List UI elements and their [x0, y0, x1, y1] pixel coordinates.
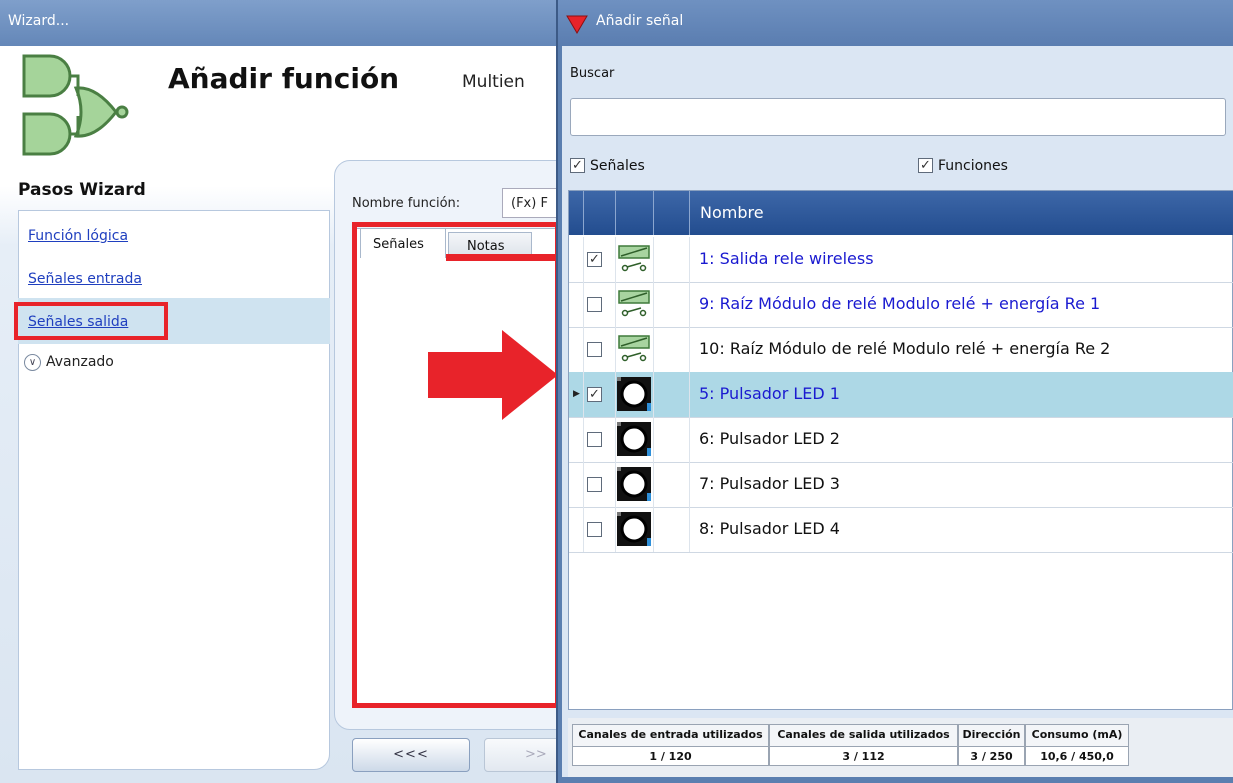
status-label: Dirección: [959, 725, 1024, 747]
signal-row[interactable]: ▶ ✓ 5: Pulsador LED 1: [569, 372, 1233, 418]
status-label: Consumo (mA): [1026, 725, 1128, 747]
steps-panel: [18, 210, 330, 770]
signal-name: 6: Pulsador LED 2: [699, 429, 840, 448]
functions-filter-checkbox[interactable]: ✓: [918, 158, 933, 173]
row-checkbox[interactable]: [587, 477, 602, 492]
function-name-field[interactable]: (Fx) F: [502, 188, 562, 218]
function-name-label: Nombre función:: [352, 196, 461, 211]
relay-icon: [617, 242, 651, 276]
logic-gate-icon: [22, 54, 129, 156]
signals-filter-checkbox[interactable]: ✓: [570, 158, 585, 173]
relay-icon: [617, 287, 651, 321]
status-value: 10,6 / 450,0: [1040, 750, 1114, 763]
signal-name: 10: Raíz Módulo de relé Modulo relé + en…: [699, 339, 1111, 358]
signals-filter-label: Señales: [590, 158, 645, 174]
step-link-input-signals[interactable]: Señales entrada: [28, 271, 142, 287]
function-type-label: Multien: [462, 72, 525, 92]
status-cell: Canales de entrada utilizados 1 / 120: [572, 724, 769, 766]
status-value: 1 / 120: [649, 750, 692, 763]
signal-row[interactable]: 10: Raíz Módulo de relé Modulo relé + en…: [569, 327, 1233, 373]
add-signal-icon: [566, 15, 588, 34]
row-checkbox[interactable]: [587, 342, 602, 357]
back-button[interactable]: <<<: [352, 738, 470, 772]
red-arrow-icon: [428, 330, 558, 420]
steps-title: Pasos Wizard: [18, 180, 146, 200]
row-checkbox[interactable]: [587, 297, 602, 312]
grid-header: [569, 191, 1233, 235]
highlight-connector: [446, 254, 560, 261]
row-checkbox[interactable]: ✓: [587, 387, 602, 402]
status-cell: Canales de salida utilizados 3 / 112: [769, 724, 958, 766]
column-header-name[interactable]: Nombre: [700, 203, 764, 222]
signal-row[interactable]: ✓ 1: Salida rele wireless: [569, 237, 1233, 283]
row-checkbox[interactable]: [587, 432, 602, 447]
search-input[interactable]: [570, 98, 1226, 136]
search-label: Buscar: [570, 66, 615, 81]
dialog-title-bar: Añadir señal: [558, 0, 1233, 46]
signal-name: 5: Pulsador LED 1: [699, 384, 840, 403]
next-button[interactable]: >>: [484, 738, 564, 772]
wizard-title-bar: Wizard...: [0, 0, 560, 46]
row-checkbox[interactable]: ✓: [587, 252, 602, 267]
row-selector-icon: ▶: [573, 389, 580, 399]
highlight-box-step: [14, 302, 168, 340]
signal-name: 9: Raíz Módulo de relé Modulo relé + ene…: [699, 294, 1101, 313]
status-label: Canales de entrada utilizados: [573, 725, 768, 747]
step-link-logic-function[interactable]: Función lógica: [28, 228, 128, 244]
advanced-toggle[interactable]: Avanzado: [46, 354, 114, 370]
status-label: Canales de salida utilizados: [770, 725, 957, 747]
signal-row[interactable]: 9: Raíz Módulo de relé Modulo relé + ene…: [569, 282, 1233, 328]
status-value: 3 / 112: [842, 750, 885, 763]
signal-row[interactable]: 6: Pulsador LED 2: [569, 417, 1233, 463]
highlight-box-signals: [352, 222, 560, 708]
signal-name: 8: Pulsador LED 4: [699, 519, 840, 538]
pushbutton-icon: [617, 422, 651, 456]
chevron-down-icon[interactable]: ∨: [24, 354, 41, 371]
status-value: 3 / 250: [970, 750, 1013, 763]
page-title: Añadir función: [168, 62, 400, 95]
signal-row[interactable]: 7: Pulsador LED 3: [569, 462, 1233, 508]
row-checkbox[interactable]: [587, 522, 602, 537]
pushbutton-icon: [617, 377, 651, 411]
signal-row[interactable]: 8: Pulsador LED 4: [569, 507, 1233, 553]
pushbutton-icon: [617, 512, 651, 546]
signal-name: 7: Pulsador LED 3: [699, 474, 840, 493]
relay-icon: [617, 332, 651, 366]
functions-filter-label: Funciones: [938, 158, 1008, 174]
status-cell: Consumo (mA) 10,6 / 450,0: [1025, 724, 1129, 766]
status-cell: Dirección 3 / 250: [958, 724, 1025, 766]
pushbutton-icon: [617, 467, 651, 501]
signal-name: 1: Salida rele wireless: [699, 249, 874, 268]
